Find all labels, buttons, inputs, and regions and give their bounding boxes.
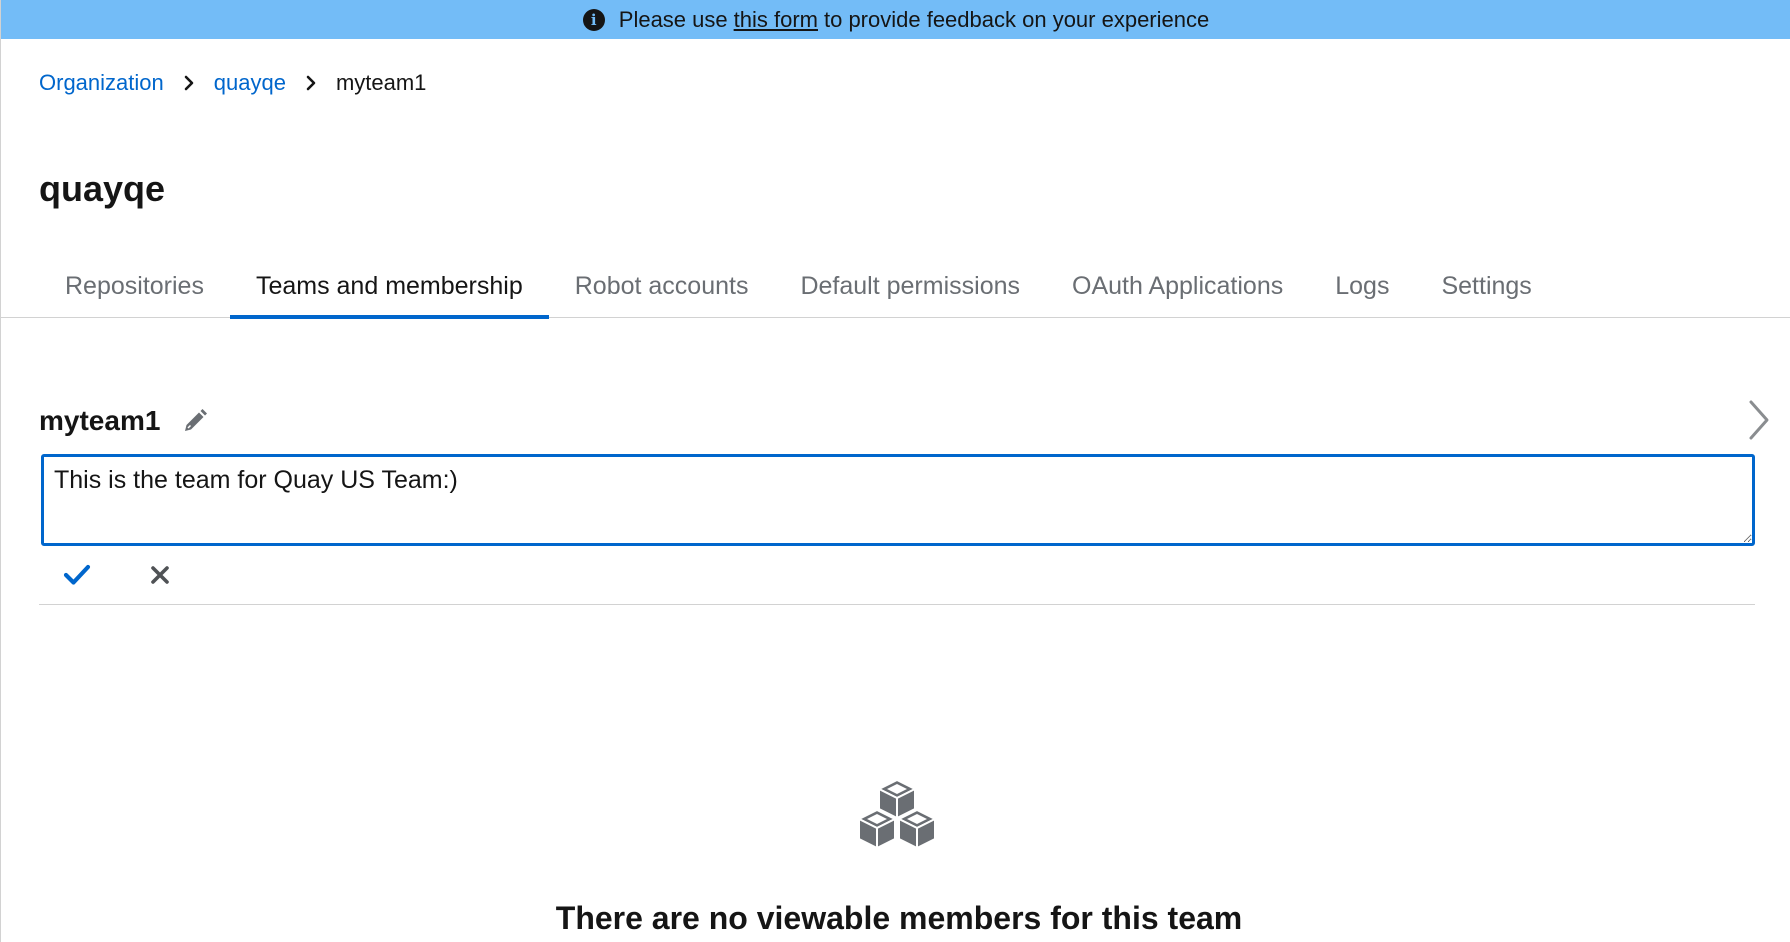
- breadcrumb-organization[interactable]: Organization: [39, 70, 164, 96]
- feedback-form-link[interactable]: this form: [734, 7, 818, 33]
- banner-suffix: to provide feedback on your experience: [823, 6, 1210, 32]
- team-name: myteam1: [39, 405, 161, 436]
- tab-oauth-applications[interactable]: OAuth Applications: [1046, 262, 1309, 318]
- feedback-banner: i Please use this form to provide feedba…: [1, 0, 1790, 39]
- tab-teams-and-membership[interactable]: Teams and membership: [229, 262, 549, 319]
- tab-logs[interactable]: Logs: [1309, 262, 1415, 318]
- page-title: quayqe: [39, 168, 166, 209]
- chevron-right-icon: [286, 75, 336, 91]
- page: i Please use this form to provide feedba…: [0, 0, 1790, 942]
- tab-robot-accounts[interactable]: Robot accounts: [549, 262, 775, 318]
- tab-default-permissions[interactable]: Default permissions: [774, 262, 1046, 318]
- check-icon[interactable]: [63, 563, 91, 587]
- empty-state-title: There are no viewable members for this t…: [555, 900, 1243, 936]
- breadcrumb: Organization quayqe myteam1: [39, 70, 426, 96]
- breadcrumb-quayqe[interactable]: quayqe: [214, 70, 286, 96]
- divider: [39, 604, 1755, 605]
- breadcrumb-current: myteam1: [335, 70, 427, 95]
- tab-repositories[interactable]: Repositories: [39, 262, 230, 318]
- tab-bar: Repositories Teams and membership Robot …: [1, 262, 1790, 319]
- pencil-icon[interactable]: [181, 407, 209, 435]
- chevron-right-icon: [164, 75, 214, 91]
- info-icon: i: [582, 8, 605, 31]
- team-description-input[interactable]: This is the team for Quay US Team:): [41, 454, 1755, 546]
- banner-prefix: Please use: [618, 6, 728, 32]
- chevron-right-icon[interactable]: [1743, 398, 1773, 442]
- cubes-icon: [853, 776, 941, 854]
- close-icon[interactable]: [149, 564, 171, 586]
- tab-settings[interactable]: Settings: [1415, 262, 1557, 318]
